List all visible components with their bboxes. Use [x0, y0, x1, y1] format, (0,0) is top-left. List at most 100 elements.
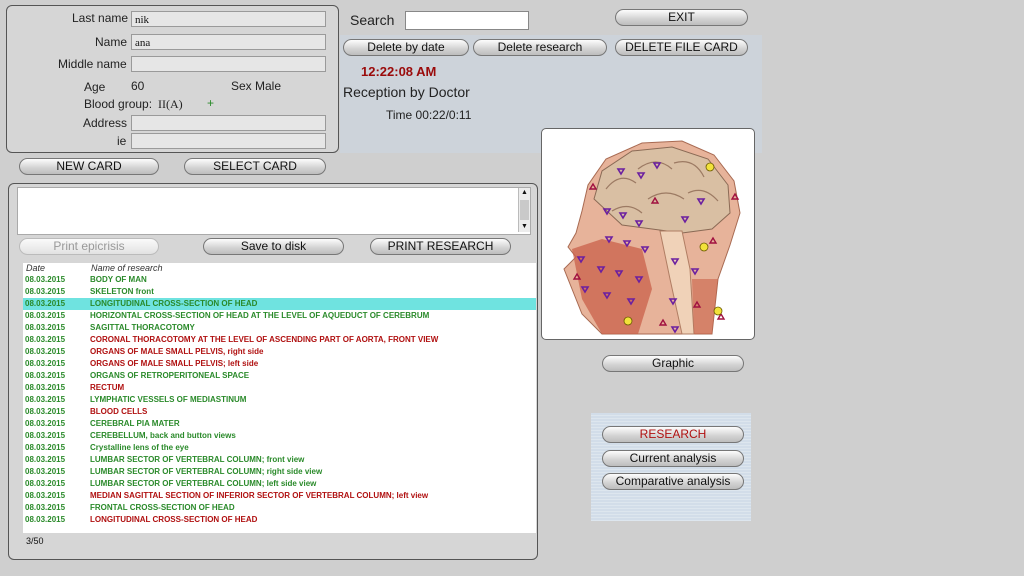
list-item[interactable]: 08.03.2015 LONGITUDINAL CROSS-SECTION OF …	[23, 514, 536, 526]
delete-research-button[interactable]: Delete research	[473, 39, 607, 56]
list-item-name: LYMPHATIC VESSELS OF MEDIASTINUM	[90, 395, 247, 404]
list-item-name: ORGANS OF MALE SMALL PELVIS, right side	[90, 347, 264, 356]
list-item-name: Crystalline lens of the eye	[90, 443, 189, 452]
blood-group-label: Blood group:	[84, 97, 153, 111]
epicrisis-textarea[interactable]: ▲ ▼	[17, 187, 531, 235]
session-time: Time 00:22/0:11	[386, 108, 472, 122]
list-item-name: HORIZONTAL CROSS-SECTION OF HEAD AT THE …	[90, 311, 430, 320]
list-item[interactable]: 08.03.2015 MEDIAN SAGITTAL SECTION OF INF…	[23, 490, 536, 502]
list-item-date: 08.03.2015	[25, 491, 66, 500]
last-name-field[interactable]: nik	[131, 11, 326, 27]
rh-factor-value: +	[207, 96, 215, 110]
list-item[interactable]: 08.03.2015 BLOOD CELLS	[23, 406, 536, 418]
search-input[interactable]	[405, 11, 529, 30]
list-item-date: 08.03.2015	[25, 287, 66, 296]
list-item-name: CEREBRAL PIA MATER	[90, 419, 180, 428]
list-item-date: 08.03.2015	[25, 311, 66, 320]
list-item-date: 08.03.2015	[25, 443, 66, 452]
list-item[interactable]: 08.03.2015 ORGANS OF MALE SMALL PELVIS, r…	[23, 346, 536, 358]
list-item-name: BODY OF MAN	[90, 275, 147, 284]
middle-name-field[interactable]	[131, 56, 326, 72]
list-item-name: LUMBAR SECTOR OF VERTEBRAL COLUMN; right…	[90, 467, 323, 476]
page-counter: 3/50	[26, 536, 44, 546]
clock: 12:22:08 AM	[361, 64, 437, 79]
list-item-name: CEREBELLUM, back and button views	[90, 431, 236, 440]
list-item-date: 08.03.2015	[25, 479, 66, 488]
col-date-header: Date	[26, 263, 46, 273]
name-label: Name	[95, 35, 128, 49]
list-item-name: SAGITTAL THORACOTOMY	[90, 323, 195, 332]
list-item[interactable]: 08.03.2015 LONGITUDINAL CROSS-SECTION OF …	[23, 298, 536, 310]
address-field[interactable]	[131, 115, 326, 131]
sex-value: Male	[255, 79, 282, 93]
comparative-analysis-button[interactable]: Comparative analysis	[602, 473, 744, 490]
textarea-scrollbar[interactable]: ▲ ▼	[518, 188, 530, 232]
research-list: Date Name of research 08.03.2015 BODY OF …	[23, 263, 536, 548]
list-item-date: 08.03.2015	[25, 335, 66, 344]
list-item-date: 08.03.2015	[25, 359, 66, 368]
blood-group-value: II(A)	[158, 97, 183, 111]
list-item-name: RECTUM	[90, 383, 125, 392]
print-epicrisis-button[interactable]: Print epicrisis	[19, 238, 159, 255]
list-item[interactable]: 08.03.2015 FRONTAL CROSS-SECTION OF HEAD	[23, 502, 536, 514]
delete-by-date-button[interactable]: Delete by date	[343, 39, 469, 56]
list-item-name: LONGITUDINAL CROSS-SECTION OF HEAD	[90, 515, 258, 524]
anatomy-head-cross-section-icon[interactable]	[542, 129, 754, 339]
last-name-label: Last name	[72, 11, 129, 25]
sex-label: Sex	[231, 79, 252, 93]
list-item[interactable]: 08.03.2015 CORONAL THORACOTOMY AT THE LEV…	[23, 334, 536, 346]
list-item-date: 08.03.2015	[25, 467, 66, 476]
scroll-up-icon[interactable]: ▲	[519, 188, 530, 198]
list-item-name: LUMBAR SECTOR OF VERTEBRAL COLUMN; front…	[90, 455, 305, 464]
list-item-date: 08.03.2015	[25, 515, 66, 524]
list-item[interactable]: 08.03.2015 RECTUM	[23, 382, 536, 394]
list-item[interactable]: 08.03.2015 LYMPHATIC VESSELS OF MEDIASTIN…	[23, 394, 536, 406]
list-item[interactable]: 08.03.2015 LUMBAR SECTOR OF VERTEBRAL COL…	[23, 454, 536, 466]
scroll-down-icon[interactable]: ▼	[519, 222, 530, 232]
list-item-name: MEDIAN SAGITTAL SECTION OF INFERIOR SECT…	[90, 491, 429, 500]
list-item[interactable]: 08.03.2015 SAGITTAL THORACOTOMY	[23, 322, 536, 334]
list-item[interactable]: 08.03.2015 ORGANS OF RETROPERITONEAL SPAC…	[23, 370, 536, 382]
delete-file-card-button[interactable]: DELETE FILE CARD	[615, 39, 748, 56]
list-item-name: ORGANS OF MALE SMALL PELVIS; left side	[90, 359, 259, 368]
list-item[interactable]: 08.03.2015 LUMBAR SECTOR OF VERTEBRAL COL…	[23, 478, 536, 490]
list-item[interactable]: 08.03.2015 ORGANS OF MALE SMALL PELVIS; l…	[23, 358, 536, 370]
list-item-name: SKELETON front	[90, 287, 154, 296]
graphic-button[interactable]: Graphic	[602, 355, 744, 372]
new-card-button[interactable]: NEW CARD	[19, 158, 159, 175]
list-footer: 3/50	[23, 533, 536, 549]
list-item[interactable]: 08.03.2015 Crystalline lens of the eye	[23, 442, 536, 454]
list-header: Date Name of research	[23, 263, 536, 274]
address-label: Address	[83, 116, 128, 130]
age-label: Age	[84, 80, 106, 94]
list-item-name: BLOOD CELLS	[90, 407, 148, 416]
anatomy-image-frame	[541, 128, 755, 340]
list-item[interactable]: 08.03.2015 CEREBELLUM, back and button vi…	[23, 430, 536, 442]
list-item[interactable]: 08.03.2015 CEREBRAL PIA MATER	[23, 418, 536, 430]
list-item-date: 08.03.2015	[25, 419, 66, 428]
list-item[interactable]: 08.03.2015 BODY OF MAN	[23, 274, 536, 286]
print-research-button[interactable]: PRINT RESEARCH	[370, 238, 511, 255]
col-name-header: Name of research	[91, 263, 163, 273]
list-item-date: 08.03.2015	[25, 371, 66, 380]
name-field[interactable]: ana	[131, 34, 326, 50]
list-item-name: CORONAL THORACOTOMY AT THE LEVEL OF ASCE…	[90, 335, 439, 344]
search-label: Search	[350, 12, 395, 28]
middle-name-label: Middle name	[58, 57, 127, 71]
save-to-disk-button[interactable]: Save to disk	[203, 238, 344, 255]
research-button[interactable]: RESEARCH	[602, 426, 744, 443]
list-item[interactable]: 08.03.2015 LUMBAR SECTOR OF VERTEBRAL COL…	[23, 466, 536, 478]
list-item-name: ORGANS OF RETROPERITONEAL SPACE	[90, 371, 250, 380]
list-item-date: 08.03.2015	[25, 383, 66, 392]
ie-field[interactable]	[131, 133, 326, 149]
list-rows: 08.03.2015 BODY OF MAN 08.03.2015 SKELETON …	[23, 274, 536, 526]
current-analysis-button[interactable]: Current analysis	[602, 450, 744, 467]
exit-button[interactable]: EXIT	[615, 9, 748, 26]
list-item[interactable]: 08.03.2015 HORIZONTAL CROSS-SECTION OF HE…	[23, 310, 536, 322]
scroll-thumb[interactable]	[520, 200, 529, 220]
list-item-name: LONGITUDINAL CROSS-SECTION OF HEAD	[90, 299, 258, 308]
select-card-button[interactable]: SELECT CARD	[184, 158, 326, 175]
list-item[interactable]: 08.03.2015 SKELETON front	[23, 286, 536, 298]
list-item-date: 08.03.2015	[25, 347, 66, 356]
list-item-name: FRONTAL CROSS-SECTION OF HEAD	[90, 503, 235, 512]
